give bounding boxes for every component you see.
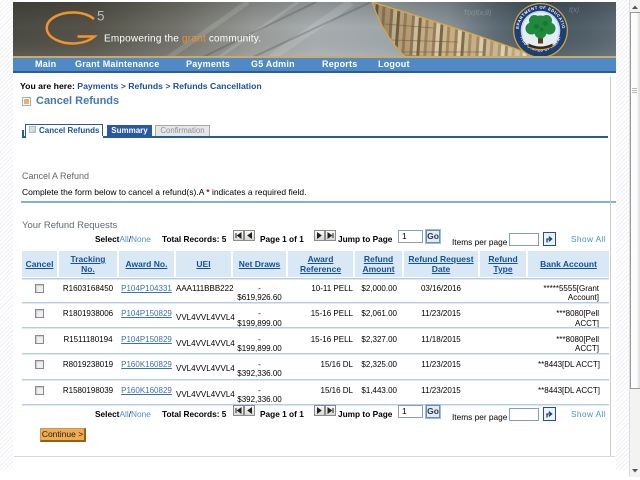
svg-text:Empowering the grant community: Empowering the grant community.	[104, 34, 261, 45]
svg-text:5: 5	[97, 9, 105, 24]
svg-text:T(x)f(x,θ): T(x)f(x,θ)	[463, 10, 491, 17]
svg-text:f(x): f(x)	[569, 7, 579, 14]
